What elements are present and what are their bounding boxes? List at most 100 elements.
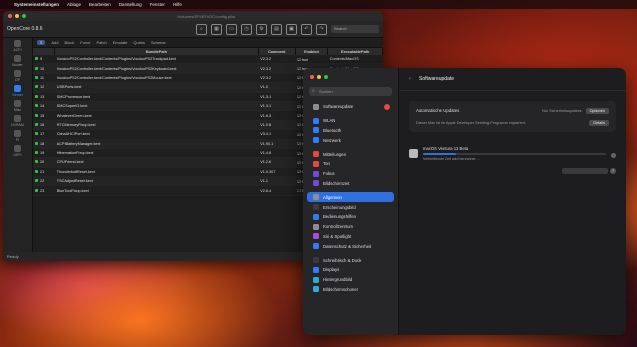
gear-icon[interactable]: ⚙ xyxy=(256,23,267,35)
checkbox-icon[interactable]: ☑ xyxy=(297,86,301,90)
settings-item-fokus[interactable]: Fokus xyxy=(307,169,394,179)
tab-block[interactable]: Block xyxy=(64,40,74,45)
menu-fenster[interactable]: Fenster xyxy=(150,2,165,7)
undo-icon[interactable]: ↶ xyxy=(301,23,312,35)
details-button[interactable]: Details xyxy=(589,119,609,126)
menu-hilfe[interactable]: Hilfe xyxy=(173,2,182,7)
settings-item-label: Datenschutz & Sicherheit xyxy=(323,243,372,249)
minimize-icon[interactable] xyxy=(15,14,19,18)
back-icon[interactable]: ‹ xyxy=(409,76,411,82)
oc-window-title: /Volumes/EFI/EFI/OC/config.plist xyxy=(176,13,236,19)
sidebar-item-kernel[interactable]: Kernel xyxy=(5,85,31,97)
settings-item-siri-spotlight[interactable]: Siri & Spotlight xyxy=(307,232,394,242)
zoom-icon[interactable] xyxy=(22,14,26,18)
oc-search-input[interactable]: Search xyxy=(331,25,379,33)
tab-table-icon[interactable]: ≡ xyxy=(37,40,46,45)
column-header[interactable]: ExecutablePath xyxy=(327,48,383,55)
column-header[interactable]: Enabled xyxy=(295,48,329,55)
comment: V1.0.307 xyxy=(258,167,296,178)
mitteilungen-icon xyxy=(313,151,319,158)
more-info-button[interactable] xyxy=(562,168,608,174)
fokus-icon xyxy=(313,170,319,177)
checkbox-icon[interactable]: ☑ xyxy=(297,58,301,62)
sidebar-item-pi[interactable]: PI xyxy=(5,130,31,142)
settings-item-allgemein[interactable]: Allgemein xyxy=(307,192,394,203)
search-icon[interactable]: ⌕ xyxy=(196,23,207,35)
status-dot-icon xyxy=(35,169,38,173)
column-header[interactable]: BundlePath xyxy=(54,48,259,55)
settings-item-displays[interactable]: Displays xyxy=(307,265,394,275)
close-icon[interactable] xyxy=(310,75,314,79)
dp-icon xyxy=(14,70,21,77)
tab-emulate[interactable]: Emulate xyxy=(113,40,128,45)
close-icon[interactable] xyxy=(8,14,12,18)
checkbox-icon[interactable]: ☑ xyxy=(297,105,301,109)
settings-search-input[interactable]: Suchen xyxy=(309,87,392,96)
checkbox-icon[interactable]: ☑ xyxy=(297,161,301,165)
settings-item-schreibtisch-dock[interactable]: Schreibtisch & Dock xyxy=(307,255,394,265)
checkbox-icon[interactable]: ☐ xyxy=(297,189,301,193)
sidebar-item-dp[interactable]: DP xyxy=(5,70,31,82)
minimize-icon[interactable] xyxy=(317,75,321,79)
sidebar-item-acpi[interactable]: ACPI xyxy=(5,40,31,52)
cancel-icon[interactable] xyxy=(611,153,616,158)
help-icon[interactable]: ? xyxy=(610,168,616,174)
checkbox-icon[interactable]: ☑ xyxy=(297,152,301,156)
checkbox-icon[interactable]: ☑ xyxy=(297,67,301,71)
table-row[interactable]: 9 VoodooPS2Controller.kext/Contents/PlugI… xyxy=(33,55,383,65)
settings-item-mitteilungen[interactable]: Mitteilungen xyxy=(307,149,394,159)
tab-force[interactable]: Force xyxy=(80,40,90,45)
settings-item-bluetooth[interactable]: Bluetooth xyxy=(307,126,394,136)
tab-scheme[interactable]: Scheme xyxy=(151,40,166,45)
checkbox-icon[interactable]: ☑ xyxy=(297,95,301,99)
comment: V1.6.3 xyxy=(258,110,296,121)
checkbox-icon[interactable]: ☑ xyxy=(297,170,301,174)
save-icon[interactable]: ▣ xyxy=(286,23,297,35)
menu-app-name[interactable]: Systemeinstellungen xyxy=(14,2,59,7)
clock-icon[interactable]: ◷ xyxy=(241,23,252,35)
column-header[interactable]: Comment xyxy=(258,48,296,55)
settings-item-bedienungshilfen[interactable]: Bedienungshilfen xyxy=(307,212,394,222)
tab-patch[interactable]: Patch xyxy=(96,40,106,45)
row-index: 17 xyxy=(33,129,55,140)
settings-item-netzwerk[interactable]: Netzwerk xyxy=(307,135,394,145)
drive-icon xyxy=(409,149,418,158)
settings-item-bildschirmzeit[interactable]: Bildschirmzeit xyxy=(307,179,394,189)
zoom-icon[interactable] xyxy=(324,75,328,79)
checkbox-icon[interactable]: ☑ xyxy=(297,76,301,80)
enabled-cell[interactable]: ☑ true xyxy=(295,55,328,65)
checkbox-icon[interactable]: ☑ xyxy=(297,142,301,146)
checkbox-icon[interactable]: ☑ xyxy=(297,180,301,184)
checkbox-icon[interactable]: ☑ xyxy=(297,133,301,137)
checkbox-icon[interactable]: ☑ xyxy=(297,123,301,127)
settings-item-hintergrundbild[interactable]: Hintergrundbild xyxy=(307,275,394,285)
settings-item-erscheinungsbild[interactable]: Erscheinungsbild xyxy=(307,202,394,212)
settings-item-datenschutz-sicherheit[interactable]: Datenschutz & Sicherheit xyxy=(307,241,394,251)
sidebar-item-nvram[interactable]: NVRAM xyxy=(5,115,31,127)
settings-item-bildschirmschoner[interactable]: Bildschirmschoner xyxy=(307,285,394,295)
settings-item-ton[interactable]: Ton xyxy=(307,159,394,169)
settings-item-softwareupdate[interactable]: Softwareupdate xyxy=(307,102,394,112)
tab-add[interactable]: Add xyxy=(51,40,58,45)
column-header[interactable] xyxy=(33,48,56,55)
checkbox-icon[interactable]: ☑ xyxy=(297,114,301,118)
menu-bearbeiten[interactable]: Bearbeiten xyxy=(89,2,111,7)
menu-darstellung[interactable]: Darstellung xyxy=(119,2,142,7)
redo-icon[interactable]: ↷ xyxy=(316,23,327,35)
options-button[interactable]: Optionen xyxy=(585,107,609,114)
comment: V1.0 xyxy=(258,82,296,93)
sidebar-item-uefi[interactable]: UEFI xyxy=(5,145,31,157)
document-icon[interactable]: ▤ xyxy=(271,23,282,35)
drive-icon[interactable]: ▭ xyxy=(226,23,237,35)
settings-item-wlan[interactable]: WLAN xyxy=(307,116,394,126)
sidebar-item-booter[interactable]: Booter xyxy=(5,55,31,67)
bundle-path: ACPIBatteryManager.kext xyxy=(54,139,259,149)
grid-icon[interactable]: ▦ xyxy=(211,23,222,35)
tab-quirks[interactable]: Quirks xyxy=(133,40,145,45)
comment: V1.0.8 xyxy=(258,120,296,131)
sidebar-item-misc[interactable]: Misc xyxy=(5,100,31,112)
settings-item-kontrollzentrum[interactable]: Kontrollzentrum xyxy=(307,222,394,232)
status-dot-icon xyxy=(35,57,38,61)
row-index: 9 xyxy=(33,55,55,65)
menu-ablage[interactable]: Ablage xyxy=(67,2,81,7)
